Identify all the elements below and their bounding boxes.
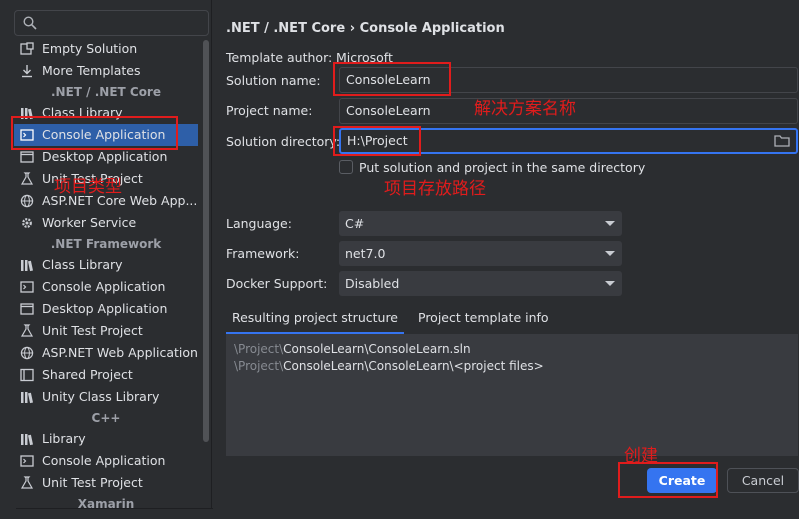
- chevron-down-icon: [605, 221, 615, 226]
- breadcrumb: .NET / .NET Core › Console Application: [226, 21, 505, 36]
- annotation-directory-note: 项目存放路径: [384, 179, 486, 199]
- search-input[interactable]: [14, 10, 209, 36]
- template-item-label: More Templates: [42, 63, 141, 78]
- template-item-label: Console Application: [42, 279, 166, 294]
- solution-directory-label: Solution directory:: [226, 134, 341, 149]
- template-settings-panel: .NET / .NET Core › Console Application T…: [213, 0, 799, 519]
- globe-icon: [20, 346, 34, 360]
- template-item-label: Empty Solution: [42, 41, 138, 56]
- annotation-box-create: [618, 462, 718, 498]
- breadcrumb-category: .NET / .NET Core: [226, 21, 346, 36]
- template-item-desktop-application[interactable]: Desktop Application: [14, 298, 198, 320]
- window-icon: [20, 303, 34, 315]
- folder-icon[interactable]: [774, 134, 790, 148]
- shared-icon: [20, 368, 34, 382]
- annotation-solution-name-note: 解决方案名称: [474, 99, 576, 119]
- window-icon: [20, 151, 34, 163]
- template-item-unit-test-project[interactable]: Unit Test Project: [14, 320, 198, 342]
- group-header-cpp: C++: [91, 411, 121, 425]
- template-item-worker-service[interactable]: Worker Service: [14, 212, 198, 234]
- template-item-empty-solution[interactable]: Empty Solution: [14, 38, 198, 60]
- language-select[interactable]: C#: [339, 211, 622, 236]
- library-icon: [21, 260, 33, 272]
- tab-resulting-project-structure[interactable]: Resulting project structure: [226, 304, 404, 334]
- template-item-library[interactable]: Library: [14, 428, 198, 450]
- template-item-label: ASP.NET Web Application: [42, 345, 198, 360]
- chevron-down-icon: [605, 251, 615, 256]
- template-item-console-application[interactable]: Console Application: [14, 276, 198, 298]
- template-item-class-library[interactable]: Class Library: [14, 254, 198, 276]
- template-item-unity-class-library[interactable]: Unity Class Library: [14, 386, 198, 408]
- template-tree: Empty Solution More Templates .NET / .NE…: [14, 38, 198, 514]
- sidebar-horizontal-scrollbar[interactable]: [16, 508, 238, 519]
- template-item-label: Class Library: [42, 257, 123, 272]
- flask-icon: [20, 172, 34, 185]
- template-author-label: Template author:: [226, 50, 333, 65]
- sidebar-scrollbar[interactable]: [203, 40, 209, 442]
- framework-label: Framework:: [226, 246, 300, 261]
- tab-project-template-info[interactable]: Project template info: [418, 304, 549, 334]
- annotation-box-template: [11, 116, 178, 150]
- template-item-label: Unity Class Library: [42, 389, 160, 404]
- docker-support-label: Docker Support:: [226, 276, 328, 291]
- same-directory-checkbox[interactable]: [339, 160, 353, 174]
- template-item-label: Desktop Application: [42, 301, 168, 316]
- group-header-dotnet-framework: .NET Framework: [50, 237, 162, 251]
- globe-icon: [20, 194, 34, 208]
- annotation-box-solution-name: [333, 62, 451, 96]
- template-item-label: Library: [42, 431, 86, 446]
- structure-tabs: Resulting project structure Project temp…: [226, 304, 798, 334]
- flask-icon: [20, 476, 34, 489]
- template-item-unit-test-project[interactable]: Unit Test Project: [14, 472, 198, 494]
- library-icon: [21, 434, 33, 446]
- gear-icon: [22, 218, 32, 228]
- template-item-console-application[interactable]: Console Application: [14, 450, 198, 472]
- project-name-label: Project name:: [226, 103, 313, 118]
- framework-select[interactable]: net7.0: [339, 241, 622, 266]
- search-icon: [23, 16, 37, 30]
- solution-icon: [20, 42, 34, 55]
- group-header-dotnet-core: .NET / .NET Core: [51, 85, 161, 99]
- console-icon: [20, 281, 34, 293]
- annotation-project-type-note: 项目类型: [54, 177, 122, 197]
- docker-support-value: Disabled: [345, 276, 400, 291]
- library-icon: [21, 392, 33, 404]
- template-item-label: Unit Test Project: [42, 475, 143, 490]
- download-icon: [22, 65, 32, 78]
- same-directory-label: Put solution and project in the same dir…: [359, 160, 646, 175]
- annotation-box-directory: [333, 126, 421, 156]
- template-item-more-templates[interactable]: More Templates: [14, 60, 198, 82]
- framework-value: net7.0: [345, 246, 386, 261]
- cancel-button[interactable]: Cancel: [727, 468, 799, 493]
- flask-icon: [20, 324, 34, 337]
- chevron-down-icon: [605, 281, 615, 286]
- console-icon: [20, 455, 34, 467]
- structure-line: \Project\ConsoleLearn\ConsoleLearn\<proj…: [234, 359, 544, 373]
- template-sidebar: Empty Solution More Templates .NET / .NE…: [0, 0, 212, 519]
- template-item-aspnet-web-application[interactable]: ASP.NET Web Application: [14, 342, 198, 364]
- breadcrumb-current: Console Application: [359, 21, 505, 36]
- template-item-label: Console Application: [42, 453, 166, 468]
- breadcrumb-separator: ›: [349, 21, 356, 36]
- language-label: Language:: [226, 216, 292, 231]
- template-item-shared-project[interactable]: Shared Project: [14, 364, 198, 386]
- solution-name-label: Solution name:: [226, 73, 321, 88]
- annotation-create-note: 创建: [624, 446, 658, 466]
- template-item-label: Unit Test Project: [42, 323, 143, 338]
- docker-support-select[interactable]: Disabled: [339, 271, 622, 296]
- structure-line: \Project\ConsoleLearn\ConsoleLearn.sln: [234, 342, 471, 356]
- language-value: C#: [345, 216, 365, 231]
- project-structure-preview: \Project\ConsoleLearn\ConsoleLearn.sln \…: [226, 334, 798, 456]
- template-item-label: Shared Project: [42, 367, 133, 382]
- template-item-label: Worker Service: [42, 215, 137, 230]
